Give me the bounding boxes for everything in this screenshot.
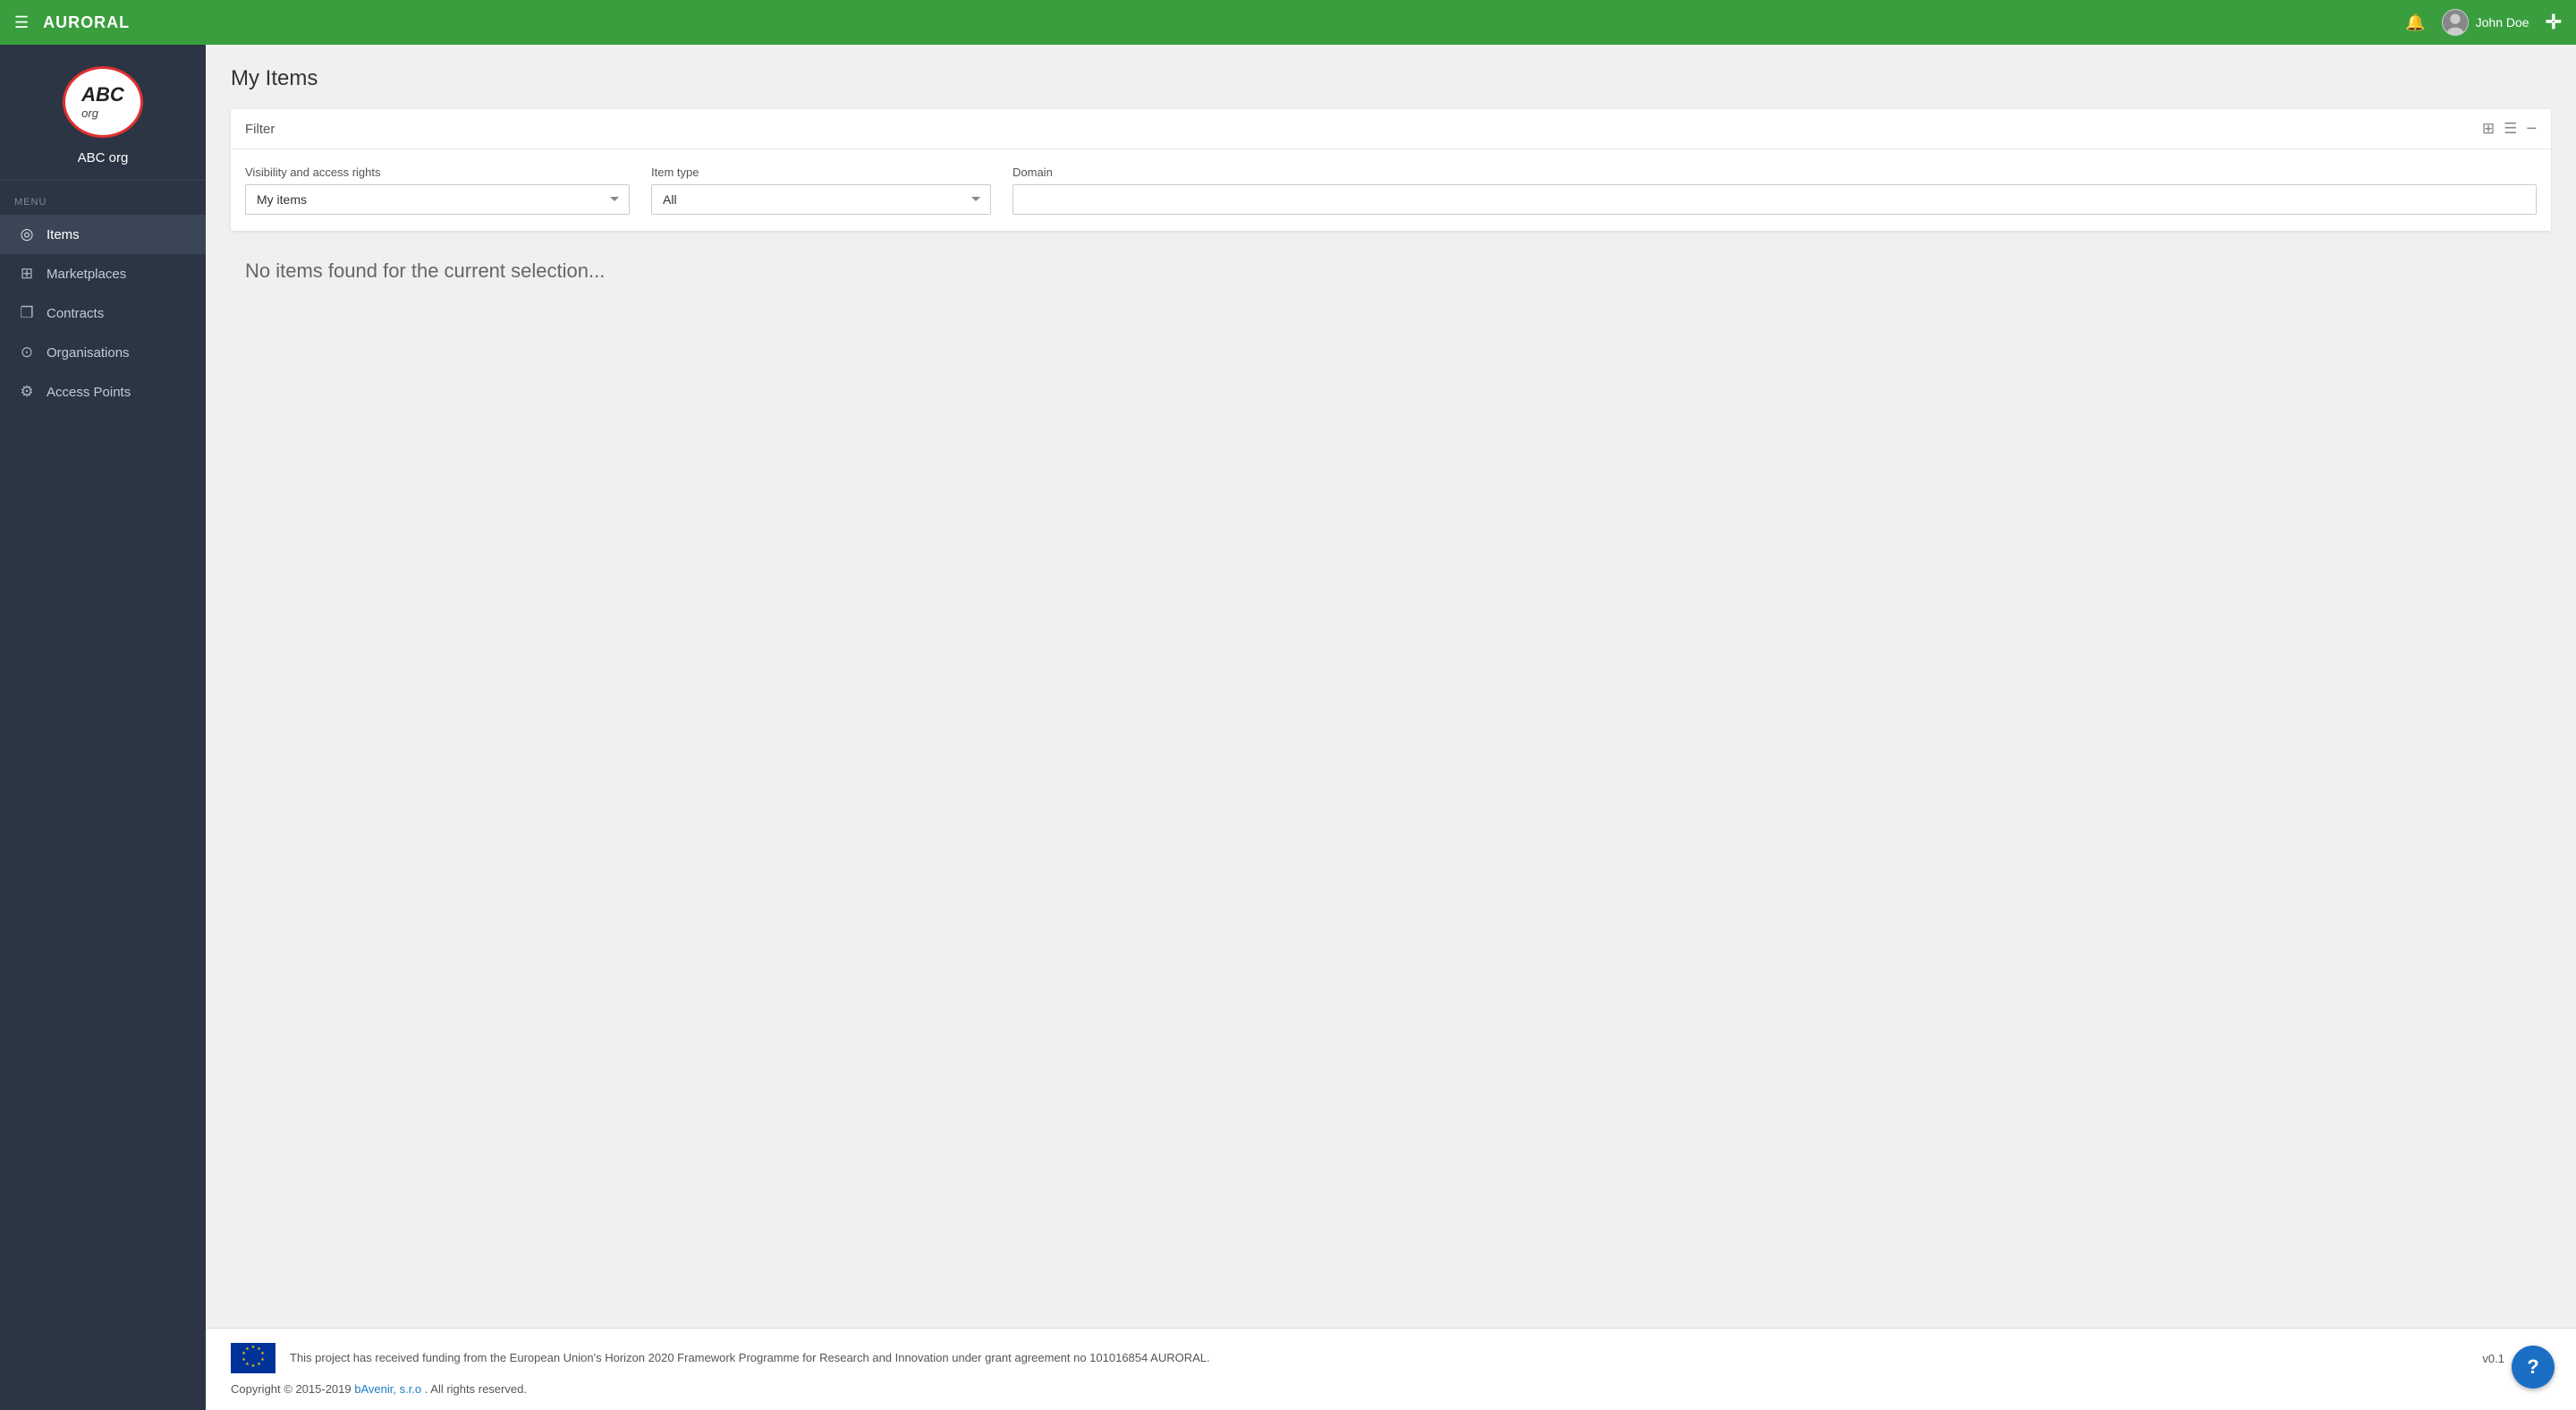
access-points-icon: ⚙	[18, 383, 36, 401]
copyright-suffix: . All rights reserved.	[421, 1382, 527, 1396]
filter-title: Filter	[245, 122, 275, 137]
grid-view-icon[interactable]: ⊞	[2482, 120, 2495, 138]
org-logo-text: ABC	[81, 84, 124, 106]
footer-eu: ★ ★ ★ ★ ★ ★ ★ ★ ★ ★ This project has rec…	[231, 1343, 2551, 1373]
navbar-left: ☰ AURORAL	[14, 13, 130, 32]
sidebar-item-items[interactable]: ◎ Items	[0, 215, 206, 254]
sidebar: ABC org ABC org MENU ◎ Items ⊞ Marketpla…	[0, 45, 206, 1410]
sidebar-org: ABC org ABC org	[0, 45, 206, 181]
svg-text:★: ★	[245, 1346, 250, 1352]
sidebar-item-marketplaces[interactable]: ⊞ Marketplaces	[0, 254, 206, 293]
footer-copyright: Copyright © 2015-2019 bAvenir, s.r.o . A…	[231, 1382, 2551, 1396]
visibility-field: Visibility and access rights My items Al…	[245, 166, 630, 215]
visibility-select[interactable]: My items All Public	[245, 184, 630, 215]
sidebar-item-label-contracts: Contracts	[47, 306, 104, 321]
item-type-field: Item type All Sensor Actuator Service	[651, 166, 991, 215]
version-badge: v0.1	[2482, 1352, 2504, 1365]
sidebar-item-contracts[interactable]: ❐ Contracts	[0, 293, 206, 333]
username-label: John Doe	[2476, 15, 2529, 30]
main-inner: My Items Filter ⊞ ☰ − Visibility and acc…	[206, 45, 2576, 1328]
sidebar-item-label-items: Items	[47, 227, 80, 242]
domain-label: Domain	[1013, 166, 2537, 179]
main-content: My Items Filter ⊞ ☰ − Visibility and acc…	[206, 45, 2576, 1410]
app-body: ABC org ABC org MENU ◎ Items ⊞ Marketpla…	[0, 45, 2576, 1410]
menu-label: MENU	[0, 181, 206, 215]
filter-header: Filter ⊞ ☰ −	[231, 109, 2551, 149]
marketplaces-icon: ⊞	[18, 265, 36, 283]
collapse-filter-icon[interactable]: −	[2526, 120, 2537, 138]
org-name: ABC org	[78, 150, 129, 166]
sidebar-item-access-points[interactable]: ⚙ Access Points	[0, 372, 206, 412]
footer: ★ ★ ★ ★ ★ ★ ★ ★ ★ ★ This project has rec…	[206, 1328, 2576, 1410]
eu-flag-icon: ★ ★ ★ ★ ★ ★ ★ ★ ★ ★	[231, 1343, 275, 1373]
visibility-label: Visibility and access rights	[245, 166, 630, 179]
menu-icon[interactable]: ☰	[14, 13, 29, 32]
svg-text:★: ★	[260, 1357, 265, 1363]
svg-text:★: ★	[260, 1351, 265, 1356]
svg-text:★: ★	[242, 1357, 246, 1363]
list-view-icon[interactable]: ☰	[2504, 120, 2517, 138]
items-icon: ◎	[18, 225, 36, 243]
svg-text:★: ★	[257, 1362, 261, 1367]
filter-card: Filter ⊞ ☰ − Visibility and access right…	[231, 109, 2551, 231]
page-title: My Items	[231, 66, 2551, 91]
organisations-icon: ⊙	[18, 344, 36, 361]
contracts-icon: ❐	[18, 304, 36, 322]
svg-text:★: ★	[251, 1363, 256, 1369]
footer-eu-text: This project has received funding from t…	[290, 1349, 1210, 1367]
app-brand: AURORAL	[43, 13, 130, 32]
footer-link[interactable]: bAvenir, s.r.o	[354, 1382, 421, 1396]
org-logo: ABC org	[63, 66, 143, 138]
domain-input[interactable]	[1013, 184, 2537, 215]
help-button[interactable]: ?	[2512, 1346, 2555, 1389]
domain-field: Domain	[1013, 166, 2537, 215]
user-menu[interactable]: John Doe	[2442, 9, 2529, 36]
svg-text:★: ★	[245, 1362, 250, 1367]
add-user-icon[interactable]: ✛	[2546, 11, 2562, 34]
sidebar-nav: ◎ Items ⊞ Marketplaces ❐ Contracts ⊙ Org…	[0, 215, 206, 429]
avatar	[2442, 9, 2469, 36]
navbar: ☰ AURORAL 🔔 John Doe ✛	[0, 0, 2576, 45]
empty-state: No items found for the current selection…	[231, 231, 2551, 311]
svg-text:★: ★	[251, 1345, 256, 1350]
sidebar-item-label-marketplaces: Marketplaces	[47, 267, 126, 282]
navbar-right: 🔔 John Doe ✛	[2405, 9, 2562, 36]
sidebar-item-label-access-points: Access Points	[47, 385, 131, 400]
filter-view-icons: ⊞ ☰ −	[2482, 120, 2537, 138]
item-type-label: Item type	[651, 166, 991, 179]
org-logo-subtext: org	[81, 106, 124, 120]
sidebar-item-label-organisations: Organisations	[47, 345, 130, 361]
svg-text:★: ★	[242, 1351, 246, 1356]
copyright-prefix: Copyright © 2015-2019	[231, 1382, 354, 1396]
notification-bell-icon[interactable]: 🔔	[2405, 13, 2425, 32]
sidebar-item-organisations[interactable]: ⊙ Organisations	[0, 333, 206, 372]
item-type-select[interactable]: All Sensor Actuator Service	[651, 184, 991, 215]
filter-body: Visibility and access rights My items Al…	[231, 149, 2551, 231]
